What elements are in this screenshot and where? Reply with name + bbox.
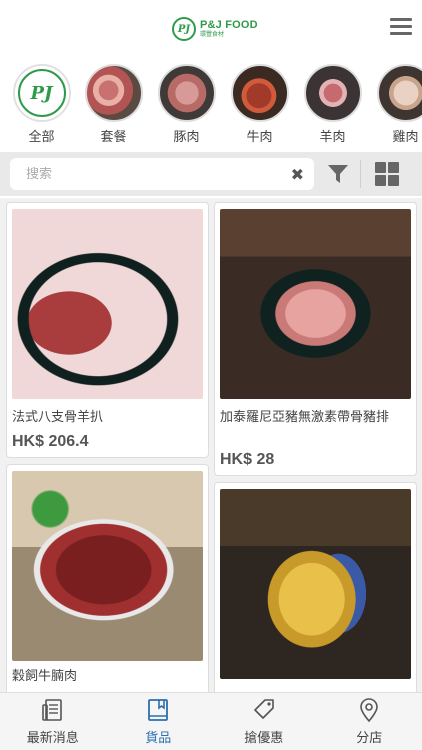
brand-logo-mark: PJ (172, 17, 196, 41)
tag-icon (253, 699, 274, 719)
product-price: HK$ 206.4 (12, 433, 89, 450)
toolbar-divider (360, 160, 361, 188)
hamburger-menu-icon[interactable] (390, 18, 412, 38)
category-label: 豚肉 (173, 130, 200, 145)
category-image (230, 64, 289, 122)
product-name: 穀飼牛腩肉 (12, 669, 78, 684)
news-icon (41, 699, 62, 721)
search-toolbar: ✖ (0, 152, 422, 196)
product-image (220, 489, 411, 679)
product-card[interactable]: 法式八支骨羊扒 HK$ 206.4 (6, 202, 209, 458)
nav-label: 分店 (356, 731, 383, 746)
filter-icon[interactable] (326, 162, 350, 186)
category-label: 羊肉 (319, 130, 346, 145)
category-label: 雞肉 (392, 130, 419, 145)
product-grid: 法式八支骨羊扒 HK$ 206.4 加泰羅尼亞豬無激素帶骨豬排 HK$ 28 穀… (0, 198, 422, 692)
product-card[interactable]: 穀飼牛腩肉 (6, 464, 209, 692)
brand-subname: 環豐食材 (200, 31, 225, 38)
category-image (157, 64, 216, 122)
product-image (220, 209, 411, 399)
product-card[interactable]: 加泰羅尼亞豬無激素帶骨豬排 HK$ 28 (214, 202, 417, 476)
brand-logo-text-block: P&J FOOD 環豐食材 (200, 20, 258, 38)
nav-deals[interactable]: 搶優惠 (211, 693, 317, 750)
product-name: 加泰羅尼亞豬無激素帶骨豬排 (220, 410, 390, 425)
nav-products[interactable]: 貨品 (106, 693, 212, 750)
category-set-meal[interactable]: 套餐 (73, 62, 146, 150)
category-label: 全部 (28, 130, 55, 145)
product-card[interactable] (214, 482, 417, 692)
grid-view-icon[interactable] (375, 162, 399, 186)
app-header: PJ P&J FOOD 環豐食材 (0, 0, 422, 58)
nav-label: 最新消息 (26, 731, 79, 746)
product-image (12, 209, 203, 399)
location-pin-icon (360, 698, 379, 723)
brand-logo[interactable]: PJ P&J FOOD 環豐食材 (172, 16, 258, 42)
category-label: 牛肉 (246, 130, 273, 145)
brand-name: P&J FOOD (200, 19, 258, 31)
category-chicken[interactable]: 雞肉 (365, 62, 422, 150)
product-image (12, 471, 203, 661)
nav-label: 貨品 (145, 731, 172, 746)
product-name: 法式八支骨羊扒 (12, 410, 104, 425)
clear-icon[interactable]: ✖ (291, 165, 304, 184)
search-box: ✖ (10, 158, 314, 190)
nav-label: 搶優惠 (244, 731, 284, 746)
pj-logo-icon: PJ (17, 69, 66, 117)
category-image (84, 64, 143, 122)
category-label: 套餐 (100, 130, 127, 145)
category-image (303, 64, 362, 122)
book-icon (148, 699, 169, 721)
category-pork[interactable]: 豚肉 (146, 62, 219, 150)
category-image (376, 64, 422, 122)
search-input[interactable] (26, 166, 291, 182)
nav-stores[interactable]: 分店 (317, 693, 422, 750)
category-all-image: PJ (12, 64, 71, 122)
category-all[interactable]: PJ 全部 (0, 62, 73, 150)
category-lamb[interactable]: 羊肉 (292, 62, 365, 150)
category-strip: PJ 全部 套餐 豚肉 牛肉 羊肉 雞肉 (0, 62, 422, 150)
nav-news[interactable]: 最新消息 (0, 693, 106, 750)
product-price: HK$ 28 (220, 451, 275, 468)
bottom-nav: 最新消息 貨品 搶優惠 分店 (0, 692, 422, 750)
category-beef[interactable]: 牛肉 (219, 62, 292, 150)
